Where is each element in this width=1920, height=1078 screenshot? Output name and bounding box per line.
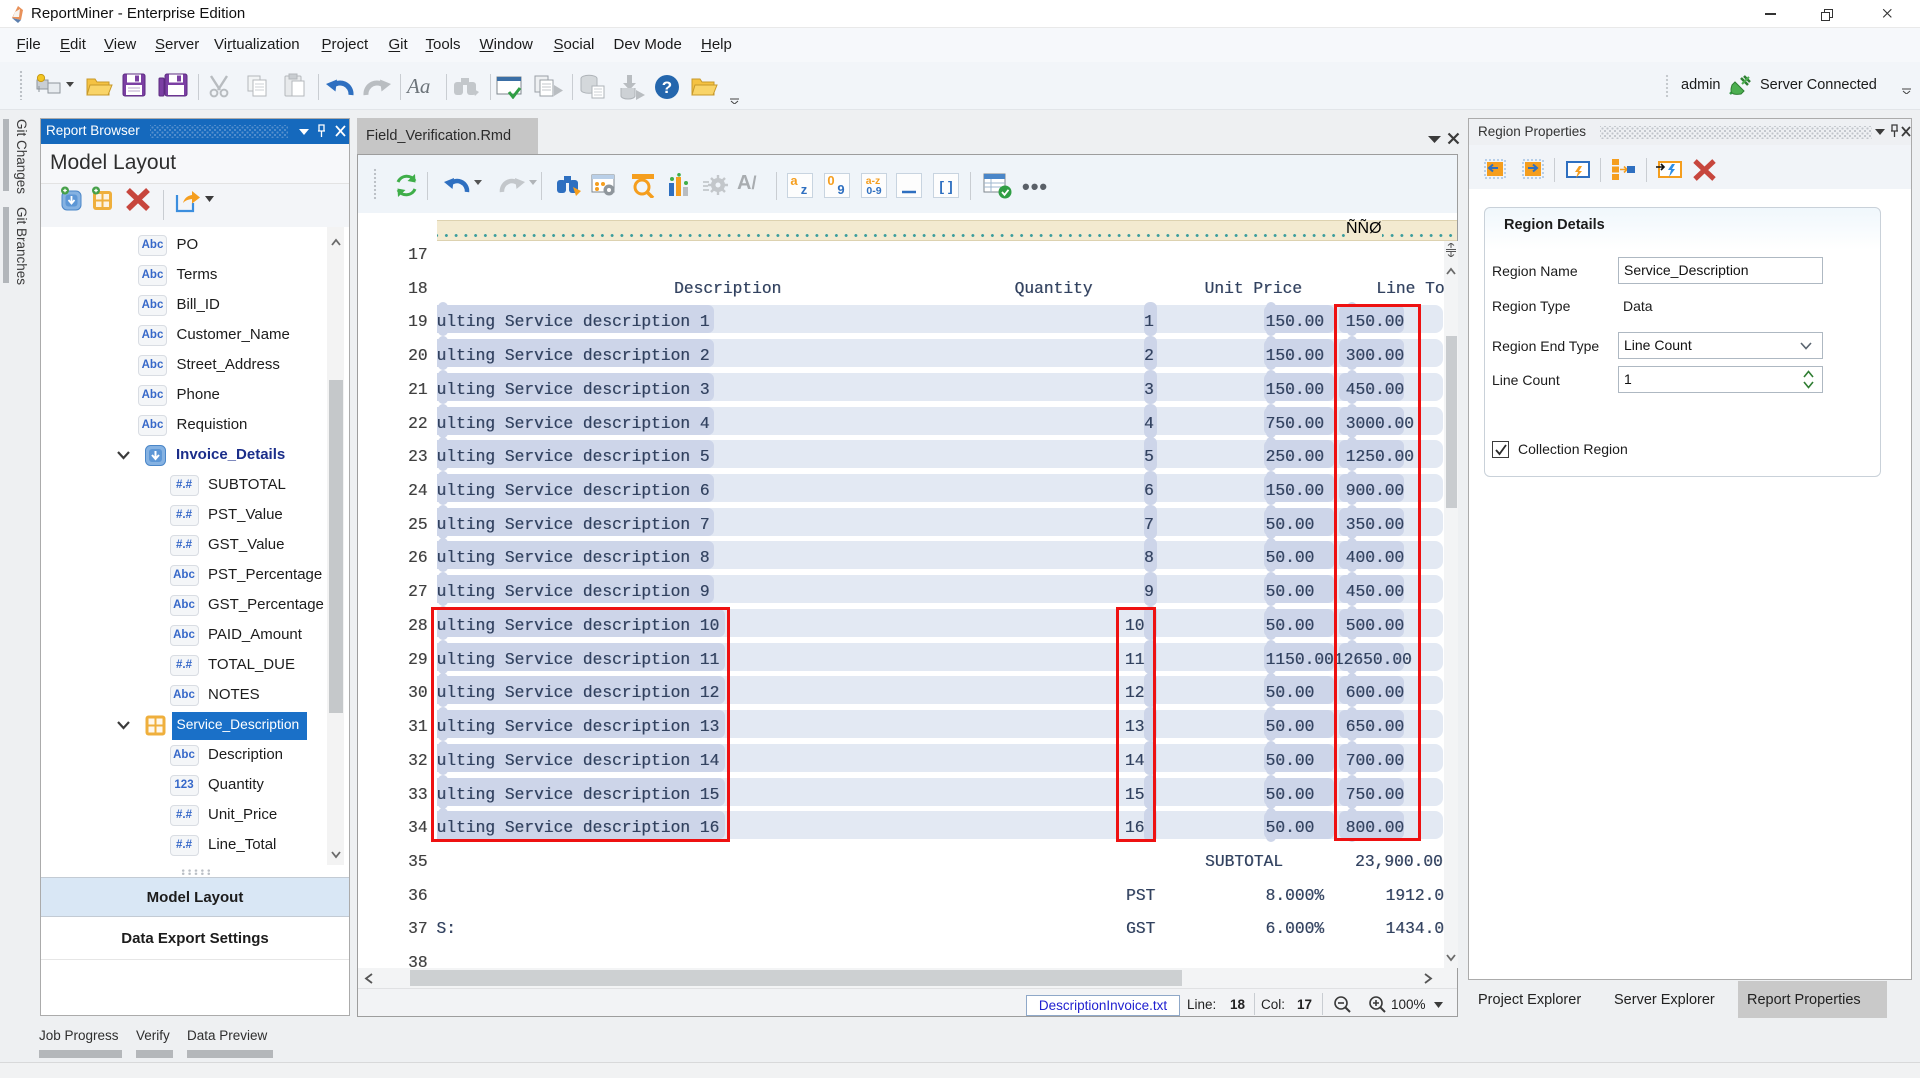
svg-text:[ ]: [ ]	[939, 178, 952, 194]
svg-text:9: 9	[837, 182, 844, 197]
svg-text:0: 0	[827, 173, 834, 188]
svg-text:?: ?	[662, 78, 672, 97]
svg-text:0-9: 0-9	[866, 185, 881, 197]
svg-text:z: z	[801, 182, 808, 197]
svg-text:a: a	[790, 173, 798, 188]
